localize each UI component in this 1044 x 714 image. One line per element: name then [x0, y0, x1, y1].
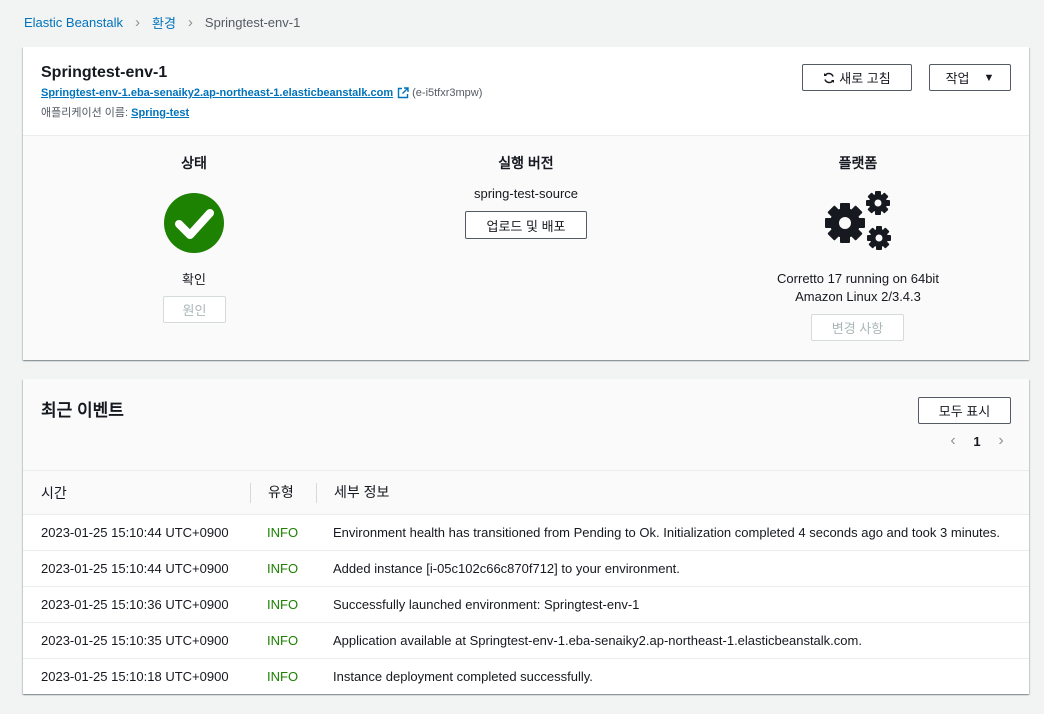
- table-row: 2023-01-25 15:10:18 UTC+0900 INFO Instan…: [23, 659, 1029, 695]
- event-time: 2023-01-25 15:10:35 UTC+0900: [23, 622, 250, 659]
- column-header-details[interactable]: 세부 정보: [316, 470, 1029, 515]
- environment-summary: 상태 확인 원인 실행 버전 spring-test-source 업로드 및 …: [23, 136, 1029, 360]
- column-header-time[interactable]: 시간: [23, 470, 250, 515]
- event-time: 2023-01-25 15:10:44 UTC+0900: [23, 550, 250, 587]
- event-type: INFO: [250, 586, 316, 623]
- table-row: 2023-01-25 15:10:44 UTC+0900 INFO Added …: [23, 550, 1029, 587]
- events-table: 시간 유형 세부 정보 2023-01-25 15:10:44 UTC+0900…: [23, 470, 1029, 694]
- pagination: ‹ 1 ›: [943, 432, 1011, 450]
- external-link-icon[interactable]: [397, 87, 409, 99]
- application-name-link[interactable]: Spring-test: [131, 107, 189, 119]
- running-version-title: 실행 버전: [498, 155, 554, 171]
- show-all-button[interactable]: 모두 표시: [918, 397, 1011, 424]
- actions-label: 작업: [945, 71, 970, 86]
- platform-line-1: Corretto 17 running on 64bit: [777, 271, 939, 286]
- events-header: 최근 이벤트 모두 표시 ‹ 1 ›: [23, 379, 1029, 470]
- environment-url-link[interactable]: Springtest-env-1.eba-senaiky2.ap-northea…: [41, 87, 393, 99]
- causes-button[interactable]: 원인: [163, 296, 226, 323]
- change-platform-button[interactable]: 변경 사항: [811, 314, 904, 341]
- event-details: Successfully launched environment: Sprin…: [316, 586, 1029, 623]
- events-title: 최근 이벤트: [41, 401, 124, 420]
- running-version-value: spring-test-source: [473, 186, 579, 201]
- running-version-column: 실행 버전 spring-test-source 업로드 및 배포: [361, 136, 691, 360]
- application-name-line: 애플리케이션 이름: Spring-test: [41, 104, 189, 120]
- column-divider: [316, 483, 317, 504]
- event-type: INFO: [250, 622, 316, 659]
- event-time: 2023-01-25 15:10:18 UTC+0900: [41, 669, 229, 684]
- environment-url-line: Springtest-env-1.eba-senaiky2.ap-northea…: [41, 87, 482, 99]
- table-row: 2023-01-25 15:10:35 UTC+0900 INFO Applic…: [23, 622, 1029, 659]
- event-type: INFO: [250, 514, 316, 551]
- environment-title: Springtest-env-1: [41, 64, 168, 81]
- platform-column: 플랫폼 Corretto 17 running on 64bit Amazon …: [693, 136, 1023, 360]
- gears-icon: [825, 191, 891, 250]
- event-details: Environment health has transitioned from…: [316, 514, 1029, 551]
- breadcrumb: Elastic Beanstalk › 환경 › Springtest-env-…: [24, 13, 300, 32]
- platform-title: 플랫폼: [838, 155, 878, 171]
- event-details: Instance deployment completed successful…: [333, 669, 593, 684]
- event-details: Application available at Springtest-env-…: [316, 622, 1029, 659]
- application-name-label: 애플리케이션 이름:: [41, 107, 129, 119]
- refresh-icon: [824, 72, 835, 83]
- event-type: INFO: [267, 669, 299, 684]
- column-header-type[interactable]: 유형: [250, 470, 316, 515]
- health-title: 상태: [181, 155, 207, 171]
- table-row: 2023-01-25 15:10:36 UTC+0900 INFO Succes…: [23, 586, 1029, 623]
- event-time: 2023-01-25 15:10:44 UTC+0900: [23, 514, 250, 551]
- environment-id: (e-i5tfxr3mpw): [412, 87, 483, 99]
- table-row: 2023-01-25 15:10:44 UTC+0900 INFO Enviro…: [23, 514, 1029, 551]
- platform-line-2: Amazon Linux 2/3.4.3: [795, 289, 921, 304]
- events-table-header: 시간 유형 세부 정보: [23, 470, 1029, 515]
- upload-and-deploy-button[interactable]: 업로드 및 배포: [465, 211, 587, 239]
- column-divider: [250, 483, 251, 504]
- breadcrumb-current: Springtest-env-1: [204, 15, 301, 30]
- health-status-value: 확인: [182, 272, 206, 287]
- chevron-right-icon: ›: [187, 14, 193, 31]
- current-page[interactable]: 1: [963, 434, 991, 449]
- caret-down-icon: ▼: [983, 71, 995, 84]
- chevron-right-icon[interactable]: ›: [991, 432, 1011, 450]
- check-circle-icon: [164, 193, 224, 253]
- event-type: INFO: [250, 550, 316, 587]
- environment-overview-panel: Springtest-env-1 Springtest-env-1.eba-se…: [23, 47, 1029, 360]
- health-status-column: 상태 확인 원인: [29, 136, 359, 360]
- breadcrumb-environments[interactable]: 환경: [152, 13, 176, 32]
- event-details: Added instance [i-05c102c66c870f712] to …: [316, 550, 1029, 587]
- environment-header: Springtest-env-1 Springtest-env-1.eba-se…: [23, 47, 1029, 136]
- recent-events-panel: 최근 이벤트 모두 표시 ‹ 1 › 시간 유형 세부 정보 2023-01-2…: [23, 379, 1029, 694]
- breadcrumb-elastic-beanstalk[interactable]: Elastic Beanstalk: [24, 15, 123, 30]
- event-time: 2023-01-25 15:10:36 UTC+0900: [23, 586, 250, 623]
- chevron-left-icon[interactable]: ‹: [943, 432, 963, 450]
- actions-dropdown-button[interactable]: 작업 ▼: [929, 64, 1011, 91]
- refresh-button[interactable]: 새로 고침: [802, 64, 912, 91]
- chevron-right-icon: ›: [135, 14, 140, 31]
- refresh-label: 새로 고침: [839, 71, 891, 86]
